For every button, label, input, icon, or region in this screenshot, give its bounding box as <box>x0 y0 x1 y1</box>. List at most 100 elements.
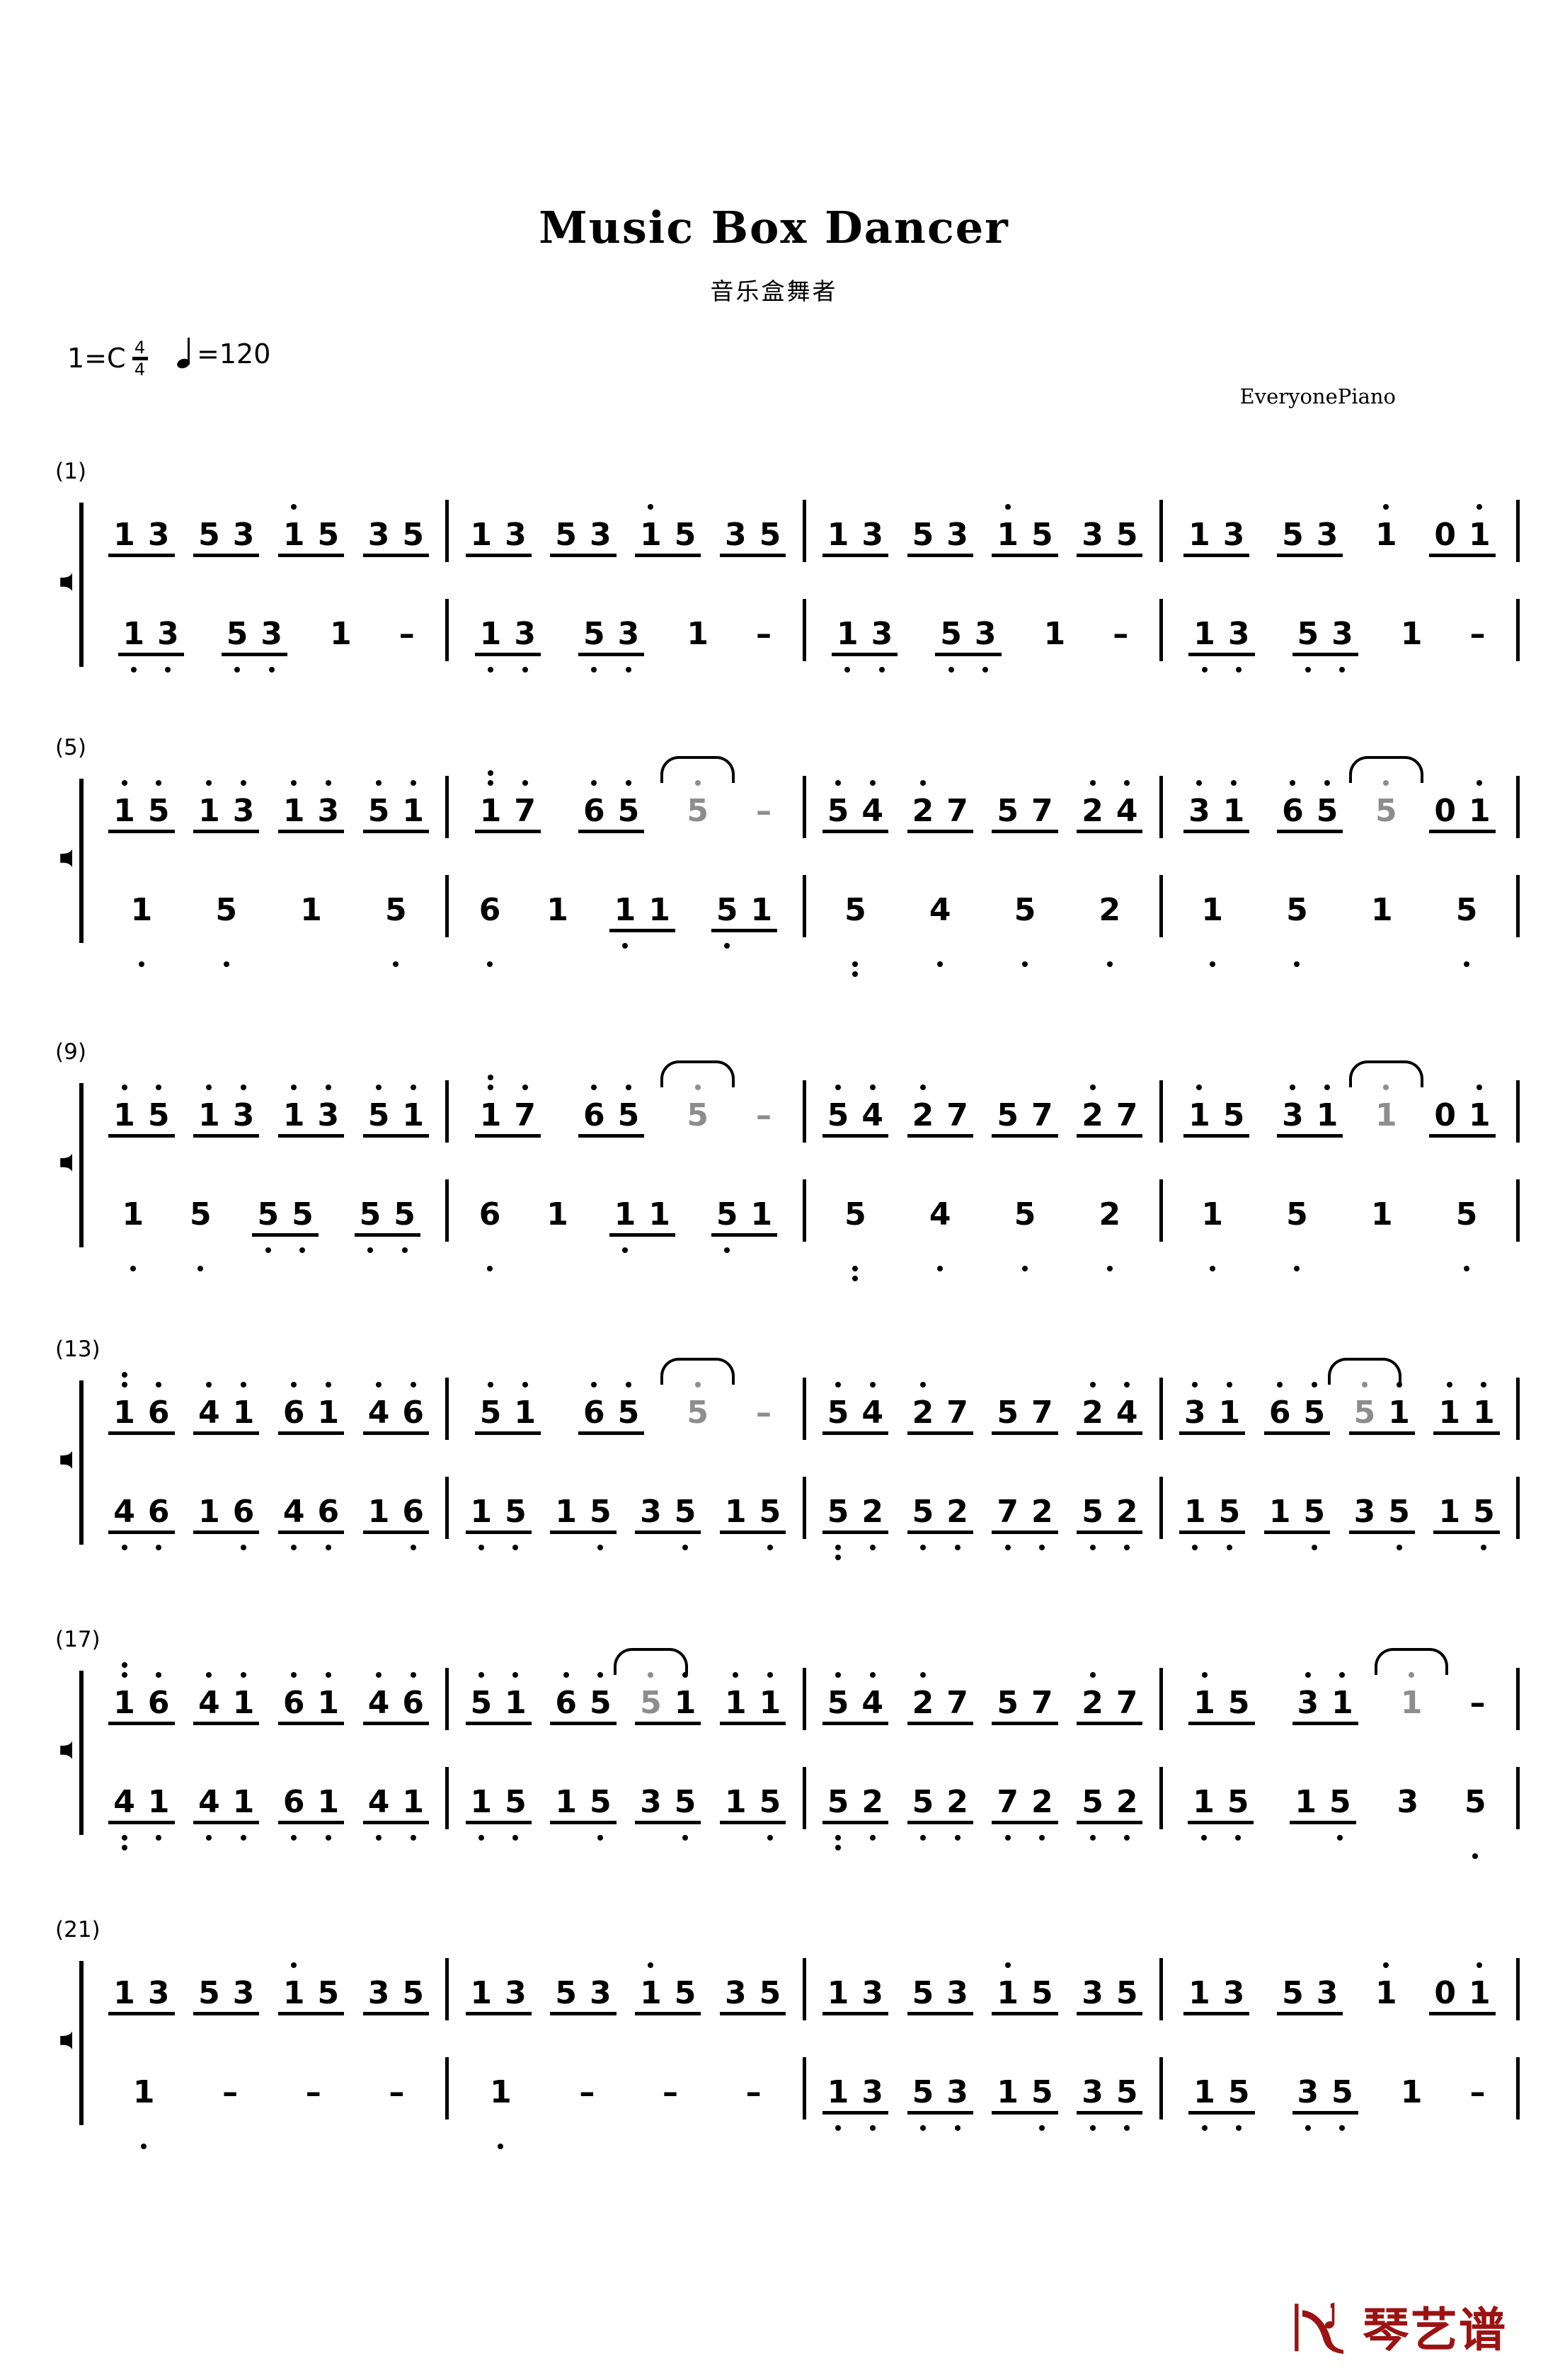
site-watermark: 琴艺谱 <box>1290 2292 1507 2360</box>
bass-staff: 1– – – 1– – – 13531535 1 5 3 5 1– <box>92 2053 1520 2149</box>
measure: 1 3 5 3 1– <box>92 619 445 673</box>
measure: 41416141 <box>92 1787 445 1850</box>
measure: 5452 <box>806 895 1159 977</box>
system-number: (21) <box>55 1917 101 1943</box>
barline <box>1516 1080 1520 1143</box>
barline <box>1516 1179 1520 1242</box>
measure: 611151 <box>449 895 802 967</box>
time-signature: 4 4 <box>132 339 148 378</box>
barline <box>1516 1378 1520 1440</box>
system-number: (17) <box>55 1627 101 1652</box>
credit-text: EveryonePiano <box>1239 384 1396 408</box>
measure: 1515 <box>92 895 445 967</box>
page-subtitle: 音乐盒舞者 <box>710 278 838 305</box>
barline <box>1516 776 1520 838</box>
treble-staff: 16416146 51655111 54275727 1 5 3 1 1– <box>92 1648 1520 1734</box>
measure: 13531535 <box>92 504 445 566</box>
measure: 5452 <box>806 1199 1159 1281</box>
bass-staff: 41416141 15153515 52527252 151535 <box>92 1763 1520 1859</box>
measure: 15153515 <box>449 1787 802 1841</box>
measure: 1531101 <box>1163 1060 1516 1147</box>
measure: 15131351 <box>92 780 445 842</box>
measure: 46164616 <box>92 1497 445 1550</box>
measure: 13531535 <box>806 504 1159 566</box>
measure: 16416146 <box>92 1372 445 1444</box>
measure: 31655111 <box>1163 1358 1516 1444</box>
measure: 54275727 <box>806 1085 1159 1147</box>
measure: 5 1 6 5 5– <box>449 1358 802 1444</box>
system-number: (5) <box>55 735 86 760</box>
measure: 52527252 <box>806 1497 1159 1560</box>
measure: 13531535 <box>806 1962 1159 2025</box>
treble-staff: 13531535 13531535 13531535 1353101 <box>92 496 1520 566</box>
grand-staff-brace: { <box>48 1960 72 2127</box>
measure: 1 5 3 5 1– <box>1163 2077 1516 2131</box>
barline <box>1516 599 1520 661</box>
measure: 1 3 5 3 1– <box>806 619 1159 673</box>
measure: 1515 <box>1163 1199 1516 1271</box>
measure: 15153515 <box>449 1497 802 1550</box>
tempo-value: =120 <box>197 338 271 370</box>
measure: 1 3 5 3 1– <box>1163 619 1516 673</box>
key-label: 1=C <box>67 342 126 374</box>
measure: 1353101 <box>1163 504 1516 566</box>
measure: 1– – – <box>449 2077 802 2149</box>
watermark-text: 琴艺谱 <box>1363 2303 1507 2357</box>
measure: 1– – – <box>92 2077 445 2149</box>
treble-staff: 15131351 1 7 6 5 5– 54275727 1531101 <box>92 1060 1520 1147</box>
measure: 54275724 <box>806 1382 1159 1444</box>
grand-staff-brace: { <box>48 1669 72 1836</box>
measure: 611151 <box>449 1199 802 1271</box>
treble-staff: 13531535 13531535 13531535 1353101 <box>92 1954 1520 2025</box>
measure: 13531535 <box>449 1962 802 2025</box>
grand-staff-brace: { <box>48 1379 72 1546</box>
bass-staff: 46164616 15153515 52527252 15153515 <box>92 1472 1520 1560</box>
measure: 3165501 <box>1163 756 1516 842</box>
system-number: (9) <box>55 1039 86 1065</box>
system-number: (1) <box>55 459 86 484</box>
time-numerator: 4 <box>134 338 146 357</box>
measure: 16416146 <box>92 1662 445 1734</box>
time-denominator: 4 <box>134 360 146 379</box>
grand-staff-brace: { <box>48 777 72 944</box>
measure: 13531535 <box>449 504 802 566</box>
measure: 1 5 3 1 1– <box>1163 1648 1516 1734</box>
bass-staff: 1515 611151 5452 1515 <box>92 871 1520 977</box>
barline <box>1516 1477 1520 1539</box>
measure: 1 7 6 5 5– <box>449 756 802 842</box>
treble-staff: 15131351 1 7 6 5 5– 54275724 3165501 <box>92 756 1520 842</box>
barline <box>1516 2057 1520 2119</box>
measure: 13531535 <box>92 1962 445 2025</box>
key-signature: 1=C 4 4 <box>67 338 148 378</box>
treble-staff: 16416146 5 1 6 5 5– 54275724 31655111 <box>92 1358 1520 1444</box>
measure: 155555 <box>92 1199 445 1271</box>
system-left-barline <box>79 1380 84 1545</box>
page-title: Music Box Dancer <box>539 202 1009 253</box>
measure: 1515 <box>1163 895 1516 967</box>
measure: 51655111 <box>449 1648 802 1734</box>
measure: 54275727 <box>806 1672 1159 1734</box>
measure: 52527252 <box>806 1787 1159 1850</box>
grand-staff-brace: { <box>48 1082 72 1249</box>
system-left-barline <box>79 1961 84 2125</box>
measure: 1353101 <box>1163 1962 1516 2025</box>
system-left-barline <box>79 779 84 943</box>
grand-staff-brace: { <box>48 501 72 668</box>
measure: 15131351 <box>92 1085 445 1147</box>
barline <box>1516 1767 1520 1829</box>
measure: 1 3 5 3 1– <box>449 619 802 673</box>
measure: 15153515 <box>1163 1497 1516 1550</box>
measure: 151535 <box>1163 1787 1516 1859</box>
tempo-marking: =120 <box>176 338 271 370</box>
barline <box>1516 875 1520 937</box>
quarter-note-icon <box>176 338 195 370</box>
bass-staff: 155555 611151 5452 1515 <box>92 1175 1520 1281</box>
system-left-barline <box>79 1671 84 1835</box>
barline <box>1516 1958 1520 2020</box>
system-left-barline <box>79 1083 84 1247</box>
barline <box>1516 1668 1520 1730</box>
measure: 54275724 <box>806 780 1159 842</box>
measure: 13531535 <box>806 2077 1159 2131</box>
barline <box>1516 500 1520 562</box>
system-left-barline <box>79 503 84 667</box>
